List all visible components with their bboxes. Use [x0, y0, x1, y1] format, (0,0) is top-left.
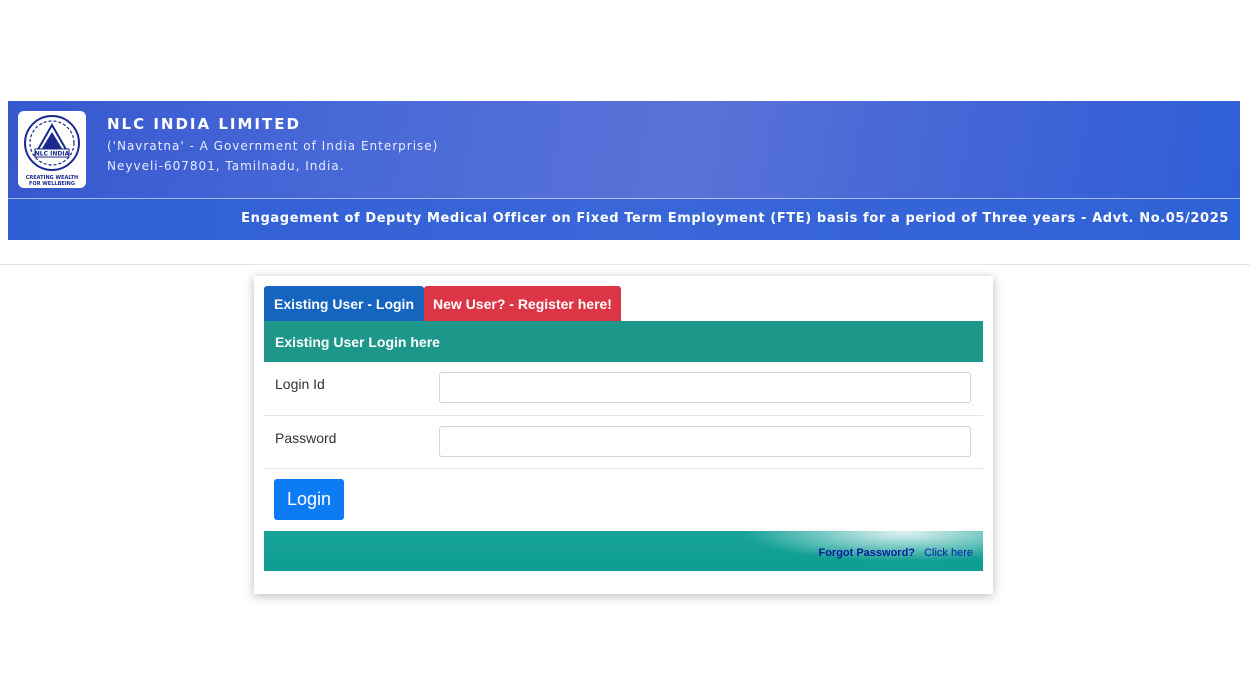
org-subtitle: ('Navratna' - A Government of India Ente… [107, 139, 439, 153]
org-name: NLC INDIA LIMITED [107, 115, 301, 133]
login-button[interactable]: Login [274, 479, 344, 520]
login-footer-bar: Forgot Password? Click here [264, 531, 983, 571]
login-section-title: Existing User Login here [275, 334, 440, 350]
banner-top: NLC INDIA CREATING WEALTH FOR WELLBEING … [8, 101, 1240, 199]
login-id-input[interactable] [439, 372, 971, 403]
password-row: Password [264, 416, 983, 469]
page: NLC INDIA CREATING WEALTH FOR WELLBEING … [0, 0, 1250, 700]
forgot-password-link[interactable]: Click here [924, 547, 973, 559]
svg-text:FOR WELLBEING: FOR WELLBEING [29, 181, 75, 187]
svg-text:NLC INDIA: NLC INDIA [35, 150, 70, 157]
login-card: Existing User - Login New User? - Regist… [254, 276, 993, 594]
password-label: Password [275, 430, 337, 446]
header-banner: NLC INDIA CREATING WEALTH FOR WELLBEING … [8, 101, 1240, 240]
nlc-logo: NLC INDIA CREATING WEALTH FOR WELLBEING [18, 111, 86, 188]
password-input[interactable] [439, 426, 971, 457]
nlc-logo-icon: NLC INDIA CREATING WEALTH FOR WELLBEING [24, 114, 80, 187]
login-section-header: Existing User Login here [264, 321, 983, 362]
org-address: Neyveli-607801, Tamilnadu, India. [107, 159, 345, 173]
forgot-password: Forgot Password? Click here [818, 547, 973, 559]
advertisement-bar: Engagement of Deputy Medical Officer on … [8, 199, 1240, 240]
tab-new-user-register[interactable]: New User? - Register here! [424, 286, 621, 321]
header-divider [0, 264, 1250, 265]
forgot-password-label: Forgot Password? [818, 547, 916, 559]
login-id-row: Login Id [264, 362, 983, 416]
login-id-label: Login Id [275, 376, 325, 392]
advertisement-title: Engagement of Deputy Medical Officer on … [241, 211, 1229, 226]
tab-existing-user-login[interactable]: Existing User - Login [264, 286, 424, 321]
